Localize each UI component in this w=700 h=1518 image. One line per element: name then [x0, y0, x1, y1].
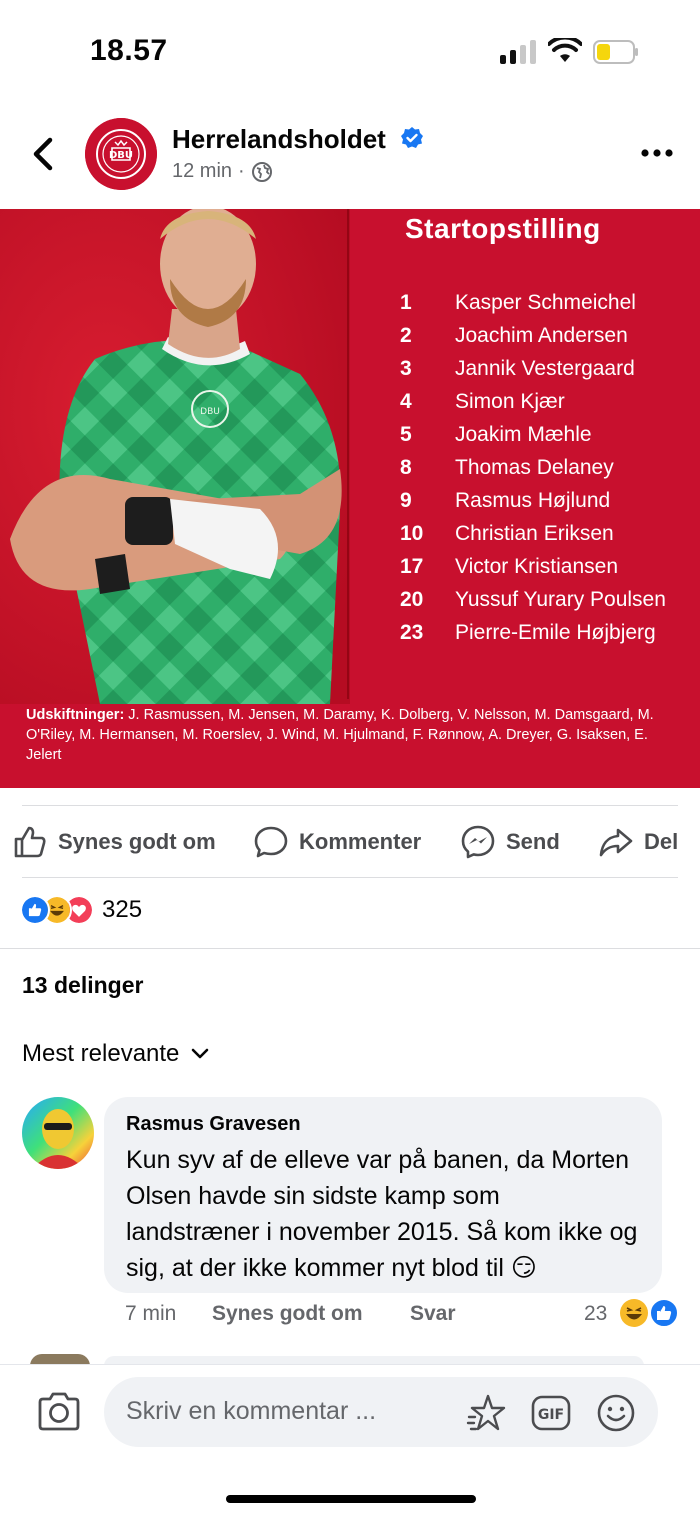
lineup-title: Startopstilling [405, 213, 601, 244]
post-age[interactable]: 12 min [172, 160, 232, 183]
comment-text: Kun syv af de elleve var på banen, da Mo… [126, 1146, 638, 1282]
comment-input-placeholder: Skriv en kommentar ... [126, 1397, 377, 1425]
more-options-icon[interactable] [640, 146, 674, 160]
like-reaction-icon [649, 1298, 679, 1328]
comment-like-link[interactable]: Synes godt om [212, 1302, 363, 1326]
lineup-row: 1 Kasper Schmeichel [400, 291, 690, 321]
shirt-number: 3 [400, 357, 412, 380]
status-time: 18.57 [90, 34, 168, 67]
comment-age: 7 min [125, 1302, 177, 1325]
messenger-icon [461, 825, 495, 859]
shirt-number: 5 [400, 423, 412, 446]
comment-reply-link[interactable]: Svar [410, 1302, 456, 1326]
sort-label: Mest relevante [22, 1040, 180, 1067]
player-photo: DBU [0, 209, 350, 704]
shirt-number: 23 [400, 621, 424, 644]
verified-badge-icon [401, 127, 423, 148]
shirt-number: 1 [400, 291, 412, 314]
shirt-number: 9 [400, 489, 412, 512]
comment-sort-dropdown[interactable]: Mest relevante [22, 1040, 209, 1068]
camera-icon[interactable] [36, 1390, 82, 1432]
lineup-row: 9 Rasmus Højlund [400, 489, 690, 519]
substitutes-label: Udskiftninger: [26, 707, 125, 723]
player-name: Yussuf Yurary Poulsen [455, 588, 666, 611]
share-label: Del [644, 829, 679, 854]
lineup-row: 23 Pierre-Emile Højbjerg [400, 621, 690, 651]
commenter-avatar[interactable] [22, 1097, 94, 1169]
post-header: DBU Herrelandsholdet 12 min · [0, 110, 700, 205]
shirt-number: 10 [400, 522, 424, 545]
shirt-number: 20 [400, 588, 424, 611]
back-arrow-icon[interactable] [28, 136, 58, 172]
lineup-row: 4 Simon Kjær [400, 390, 690, 420]
like-reaction-icon [20, 895, 50, 925]
graphic-divider [347, 209, 349, 699]
lineup-row: 8 Thomas Delaney [400, 456, 690, 486]
post-meta: 12 min · [172, 160, 273, 183]
battery-icon [593, 40, 638, 64]
reactions-summary[interactable]: 325 [20, 895, 142, 925]
page-name[interactable]: Herrelandsholdet [172, 124, 386, 155]
emoji-icon[interactable] [596, 1393, 636, 1433]
lineup-row: 17 Victor Kristiansen [400, 555, 690, 585]
chevron-down-icon [192, 1048, 209, 1059]
svg-text:GIF: GIF [538, 1407, 564, 1423]
status-bar: 18.57 [0, 0, 700, 100]
like-button[interactable]: Synes godt om [12, 824, 216, 860]
player-name: Joachim Andersen [455, 324, 628, 347]
dbu-logo-icon: DBU [85, 118, 157, 190]
player-name: Victor Kristiansen [455, 555, 619, 578]
shirt-number: 2 [400, 324, 412, 347]
avatar-sticker-icon[interactable] [466, 1393, 506, 1433]
home-indicator[interactable] [226, 1495, 476, 1503]
svg-text:DBU: DBU [200, 407, 220, 417]
player-name: Simon Kjær [455, 390, 565, 413]
player-name: Jannik Vestergaard [455, 357, 635, 380]
player-name: Kasper Schmeichel [455, 291, 636, 314]
lineup-row: 2 Joachim Andersen [400, 324, 690, 354]
cellular-signal-icon [500, 40, 538, 64]
share-button[interactable]: Del [598, 824, 678, 860]
player-name: Christian Eriksen [455, 522, 614, 545]
comment-bubble-icon [254, 826, 288, 858]
shares-count[interactable]: 13 delinger [22, 972, 143, 999]
shirt-number: 8 [400, 456, 412, 479]
globe-icon [251, 161, 272, 182]
reactions-count: 325 [102, 896, 143, 923]
haha-reaction-icon [620, 1299, 648, 1327]
comment-author[interactable]: Rasmus Gravesen [126, 1113, 640, 1136]
comment-input[interactable]: Skriv en kommentar ... GIF [104, 1377, 658, 1447]
comment-button[interactable]: Kommenter [253, 824, 421, 860]
comment-reaction-count[interactable]: 23 [584, 1302, 607, 1326]
send-label: Send [506, 829, 560, 854]
thumbs-up-icon [14, 826, 46, 858]
page-avatar[interactable]: DBU [85, 118, 157, 190]
player-name: Rasmus Højlund [455, 489, 611, 512]
wifi-icon [548, 38, 582, 62]
comment-bubble[interactable]: Rasmus Gravesen Kun syv af de elleve var… [104, 1097, 662, 1293]
like-label: Synes godt om [58, 829, 216, 854]
meta-dot: · [238, 160, 245, 182]
shirt-number: 4 [400, 390, 412, 413]
lineup-row: 20 Yussuf Yurary Poulsen [400, 588, 690, 618]
lineup-row: 10 Christian Eriksen [400, 522, 690, 552]
lineup-row: 3 Jannik Vestergaard [400, 357, 690, 387]
player-name: Joakim Mæhle [455, 423, 592, 446]
substitutes-text: Udskiftninger: J. Rasmussen, M. Jensen, … [26, 705, 666, 765]
divider [0, 948, 700, 949]
player-name: Thomas Delaney [455, 456, 614, 479]
divider [22, 877, 678, 878]
post-actions: Synes godt om Kommenter Send Del [0, 806, 700, 878]
player-name: Pierre-Emile Højbjerg [455, 621, 656, 644]
share-arrow-icon [599, 828, 633, 857]
shirt-number: 17 [400, 555, 424, 578]
lineup-graphic[interactable]: DBU Startopstilling 1 Kasper Schmeichel 2… [0, 209, 700, 788]
comment-label: Kommenter [299, 829, 422, 854]
send-button[interactable]: Send [460, 824, 560, 860]
svg-text:DBU: DBU [109, 150, 133, 161]
gif-icon[interactable]: GIF [531, 1393, 571, 1433]
lineup-row: 5 Joakim Mæhle [400, 423, 690, 453]
